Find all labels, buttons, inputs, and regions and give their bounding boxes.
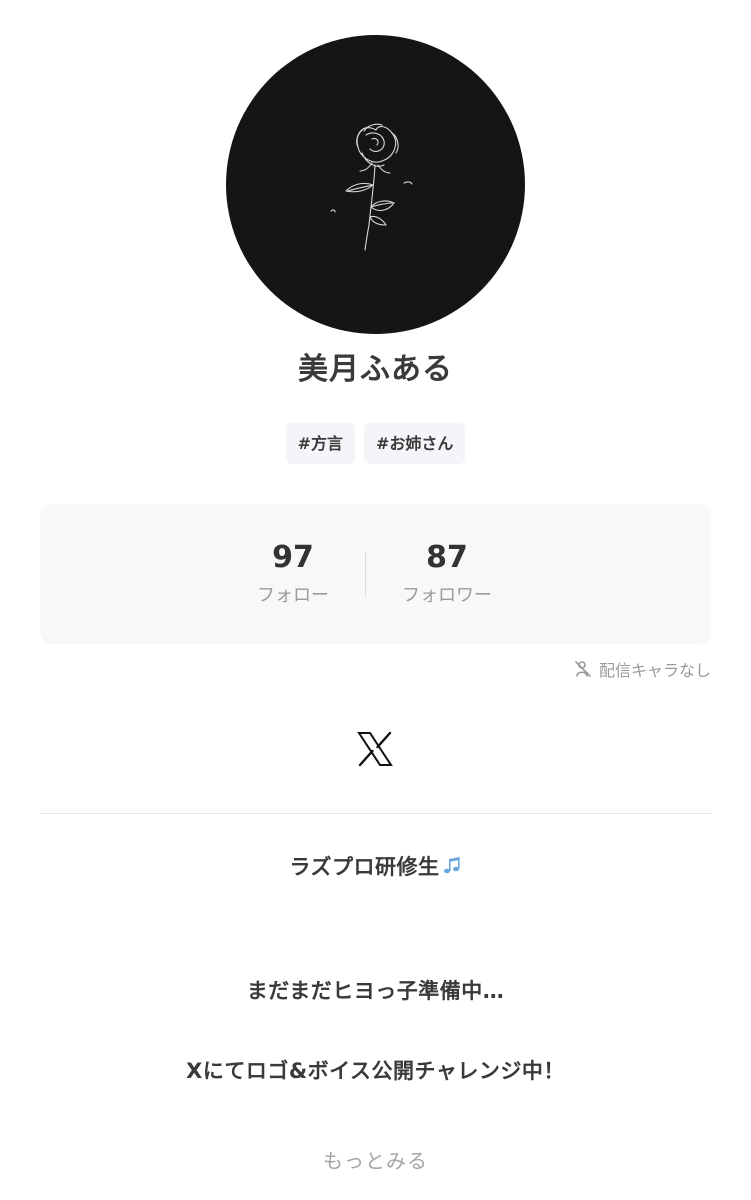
follow-label: フォロー (257, 585, 329, 606)
follow-stat[interactable]: 97 フォロー (223, 540, 363, 608)
section-divider (40, 813, 711, 814)
bio-line-1-text: ラズプロ研修生 (289, 855, 440, 879)
stats-panel: 97 フォロー 87 フォロワー (40, 504, 711, 644)
follower-stat[interactable]: 87 フォロワー (377, 540, 517, 608)
tag-older-sister[interactable]: #お姉さん (364, 423, 466, 464)
no-character-status: 配信キャラなし (573, 657, 711, 681)
follow-count: 97 (272, 540, 314, 575)
tag-dialect[interactable]: #方言 (285, 423, 355, 464)
profile-name: 美月ふある (298, 352, 453, 387)
tag-list: #方言 #お姉さん (0, 423, 751, 464)
bio-line-1: ラズプロ研修生 (0, 851, 751, 881)
follower-count: 87 (426, 540, 468, 575)
stats-divider (365, 552, 366, 598)
x-logo-icon[interactable] (355, 729, 395, 769)
no-character-label: 配信キャラなし (598, 661, 711, 680)
follower-label: フォロワー (402, 585, 492, 606)
avatar (226, 35, 525, 334)
music-notes-icon (442, 856, 462, 876)
bio-line-3: Xにてロゴ&ボイス公開チャレンジ中！ (186, 1059, 565, 1083)
bio-line-2: まだまだヒヨっ子準備中… (246, 979, 505, 1003)
rose-illustration (330, 123, 413, 251)
see-more-button[interactable]: もっとみる (0, 1145, 751, 1174)
no-character-icon (573, 659, 593, 679)
